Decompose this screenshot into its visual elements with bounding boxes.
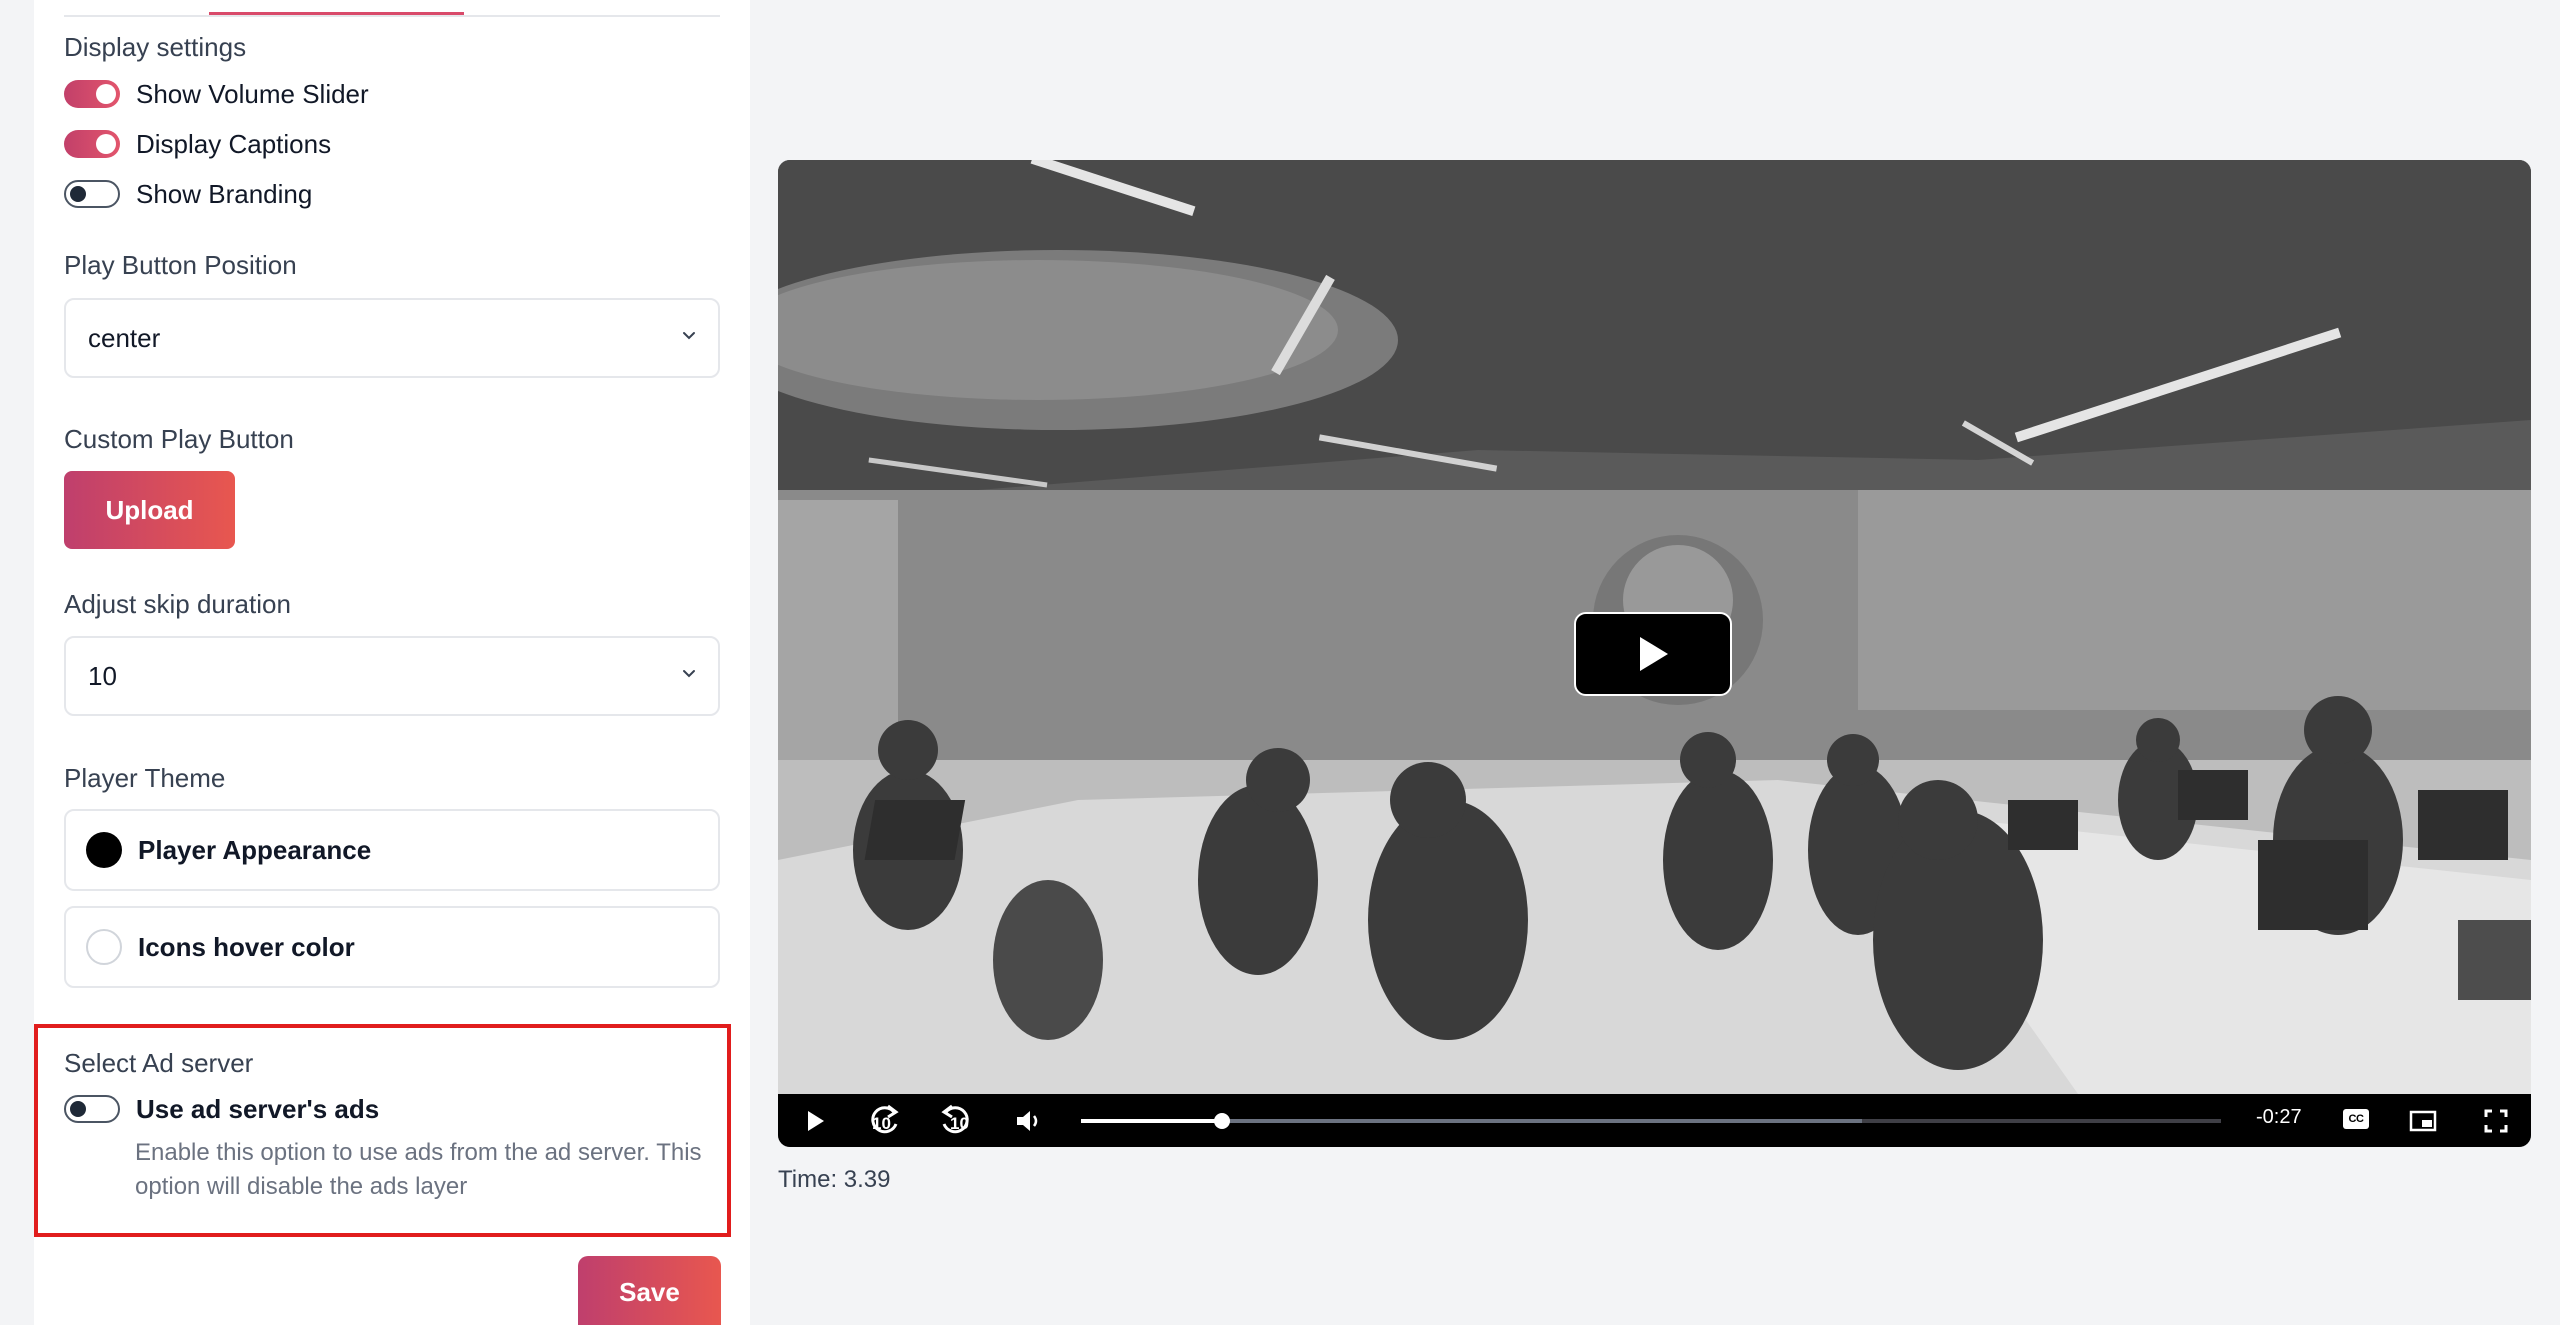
player-appearance-row[interactable]: Player Appearance <box>64 809 720 891</box>
play-icon <box>1640 637 1668 671</box>
skip-duration-label: Adjust skip duration <box>64 589 291 619</box>
branding-toggle[interactable] <box>64 180 120 208</box>
tab-divider <box>64 15 720 17</box>
icons-hover-color-row[interactable]: Icons hover color <box>64 906 720 988</box>
time-remaining: -0:27 <box>2256 1106 2302 1128</box>
ad-server-toggle[interactable] <box>64 1095 120 1123</box>
time-readout: Time: 3.39 <box>778 1166 891 1193</box>
custom-play-button-label: Custom Play Button <box>64 424 294 454</box>
video-player[interactable]: 10 10 -0:27 CC <box>778 160 2531 1147</box>
active-tab-indicator <box>209 12 464 15</box>
play-button-position-label: Play Button Position <box>64 250 297 280</box>
volume-slider-toggle[interactable] <box>64 80 120 108</box>
play-button-position-select[interactable]: center <box>64 298 720 378</box>
play-icon[interactable] <box>800 1106 830 1136</box>
toggle-row-branding[interactable]: Show Branding <box>64 177 312 211</box>
branding-label: Show Branding <box>136 178 313 209</box>
ad-server-heading: Select Ad server <box>64 1048 254 1078</box>
player-appearance-swatch[interactable] <box>86 832 122 868</box>
skip-forward-seconds: 10 <box>950 1114 969 1133</box>
progress-fill <box>1081 1119 1222 1123</box>
skip-back-seconds: 10 <box>872 1114 891 1133</box>
display-settings-heading: Display settings <box>64 32 247 62</box>
fullscreen-icon[interactable] <box>2481 1106 2511 1136</box>
ad-server-description: Enable this option to use ads from the a… <box>135 1139 702 1200</box>
ad-server-toggle-row[interactable]: Use ad server's ads <box>64 1092 379 1126</box>
save-button[interactable]: Save <box>578 1256 721 1325</box>
player-appearance-label: Player Appearance <box>138 834 372 865</box>
skip-duration-select[interactable]: 10 <box>64 636 720 716</box>
upload-button[interactable]: Upload <box>64 471 235 549</box>
volume-slider-label: Show Volume Slider <box>136 78 369 109</box>
captions-toggle[interactable] <box>64 130 120 158</box>
ad-server-toggle-label: Use ad server's ads <box>136 1093 380 1124</box>
skip-forward-button[interactable]: 10 <box>938 1102 974 1140</box>
toggle-row-captions[interactable]: Display Captions <box>64 127 331 161</box>
toggle-row-volume-slider[interactable]: Show Volume Slider <box>64 77 369 111</box>
player-theme-label: Player Theme <box>64 763 226 793</box>
captions-button[interactable]: CC <box>2343 1109 2369 1129</box>
captions-icon: CC <box>2348 1113 2364 1125</box>
icons-hover-color-swatch[interactable] <box>86 929 122 965</box>
app-root: Display settings Show Volume Slider Disp… <box>0 0 2560 1325</box>
big-play-button[interactable] <box>1574 612 1732 696</box>
chevron-down-icon <box>683 670 695 678</box>
icons-hover-color-label: Icons hover color <box>138 931 355 962</box>
picture-in-picture-icon[interactable] <box>2408 1106 2438 1136</box>
skip-back-button[interactable]: 10 <box>866 1102 902 1140</box>
player-controls: 10 10 -0:27 CC <box>778 1094 2531 1147</box>
skip-duration-value: 10 <box>88 660 117 691</box>
play-button-position-value: center <box>88 322 161 353</box>
captions-label: Display Captions <box>136 128 332 159</box>
chevron-down-icon <box>683 332 695 340</box>
progress-scrubber[interactable] <box>1214 1113 1230 1129</box>
volume-icon[interactable] <box>1013 1106 1043 1136</box>
